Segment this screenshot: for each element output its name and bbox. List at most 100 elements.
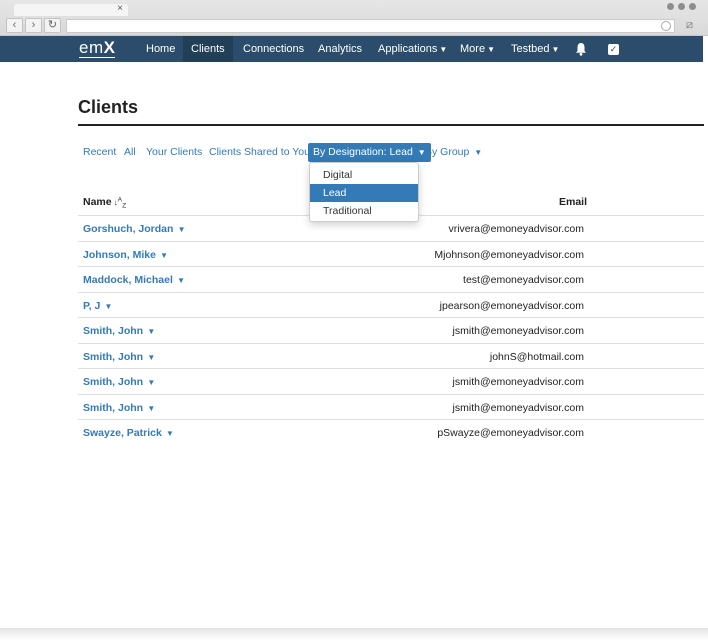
client-name: Gorshuch, Jordan	[83, 223, 174, 235]
client-name-link[interactable]: Smith, John ▼	[83, 325, 155, 337]
nav-item-label: Clients	[191, 43, 225, 55]
client-name-link[interactable]: Smith, John ▼	[83, 402, 155, 414]
designation-option-traditional[interactable]: Traditional	[310, 202, 418, 220]
caret-down-icon: ▼	[175, 225, 186, 234]
client-email: jsmith@emoneyadvisor.com	[452, 325, 584, 337]
client-name: Smith, John	[83, 350, 144, 363]
page-title: Clients	[78, 97, 139, 117]
brand-suffix: X	[103, 38, 116, 57]
nav-item-testbed[interactable]: Testbed ▼	[503, 36, 567, 62]
window-control-dot[interactable]	[678, 3, 685, 10]
client-email: test@emoneyadvisor.com	[463, 274, 584, 286]
nav-item-label: Home	[146, 43, 176, 55]
nav-item-home[interactable]: Home	[138, 36, 183, 62]
client-email: Mjohnson@emoneyadvisor.com	[434, 248, 584, 261]
chevron-left-icon: ‹	[12, 19, 17, 31]
title-divider	[78, 124, 704, 126]
client-name-link[interactable]: P, J ▼	[83, 300, 112, 312]
table-row: Swayze, Patrick ▼ pSwayze@emoneyadvisor.c…	[78, 419, 704, 444]
extension-icon[interactable]: ⧄	[686, 19, 698, 31]
forward-button[interactable]: ›	[25, 18, 42, 33]
table-row: Smith, John ▼ jsmith@emoneyadvisor.com	[78, 368, 704, 393]
nav-item-more[interactable]: More ▼	[452, 36, 503, 62]
nav-item-connections[interactable]: Connections	[235, 36, 312, 62]
caret-down-icon: ▼	[551, 45, 560, 54]
client-name: Smith, John	[83, 376, 144, 388]
nav-item-label: Testbed	[511, 43, 550, 55]
filter-by-designation[interactable]: By Designation: Lead ▼	[308, 143, 431, 162]
table-row: Smith, John ▼ johnS@hotmail.com	[78, 342, 704, 368]
app-navbar: emX Home Clients Connections Analytics A…	[0, 36, 703, 62]
nav-item-label: Applications	[378, 43, 438, 55]
caret-down-icon: ▼	[474, 148, 483, 157]
caret-down-icon: ▼	[439, 45, 448, 54]
bottom-shadow	[0, 628, 708, 640]
bell-icon[interactable]	[575, 42, 587, 56]
sort-alpha-icon[interactable]: ↓AZ	[114, 196, 127, 209]
designation-dropdown-menu: Digital Lead Traditional	[309, 162, 419, 222]
nav-item-applications[interactable]: Applications ▼	[370, 36, 455, 62]
designation-option-lead[interactable]: Lead	[310, 184, 418, 202]
client-email: pSwayze@emoneyadvisor.com	[437, 427, 584, 439]
column-header-name-label: Name	[83, 196, 112, 208]
column-header-name[interactable]: Name ↓AZ	[83, 196, 126, 210]
client-name: Smith, John	[83, 401, 144, 414]
table-row: Smith, John ▼ jsmith@emoneyadvisor.com	[78, 393, 704, 419]
caret-down-icon: ▼	[157, 250, 169, 260]
table-row: Johnson, Mike ▼ Mjohnson@emoneyadvisor.co…	[78, 240, 704, 266]
tab-close-icon[interactable]: ×	[117, 3, 123, 14]
filter-designation-label: By Designation: Lead	[313, 146, 413, 158]
client-name-link[interactable]: Gorshuch, Jordan ▼	[83, 223, 186, 235]
table-row: Smith, John ▼ jsmith@emoneyadvisor.com	[78, 317, 704, 342]
brand-prefix: em	[79, 38, 104, 57]
client-name-link[interactable]: Maddock, Michael ▼	[83, 274, 185, 286]
globe-icon	[661, 21, 671, 31]
browser-tab[interactable]: ×	[14, 3, 128, 16]
client-name: Smith, John	[83, 325, 144, 337]
window-controls	[667, 3, 696, 10]
client-email: vrivera@emoneyadvisor.com	[448, 223, 584, 235]
address-bar[interactable]	[66, 19, 675, 33]
reload-button[interactable]: ↻	[44, 18, 61, 33]
reload-icon: ↻	[47, 19, 58, 31]
caret-down-icon: ▼	[145, 378, 156, 387]
client-name: Swayze, Patrick	[83, 427, 162, 439]
table-row: Maddock, Michael ▼ test@emoneyadvisor.com	[78, 266, 704, 291]
client-name: Maddock, Michael	[83, 274, 173, 286]
client-name-link[interactable]: Smith, John ▼	[83, 376, 155, 388]
filter-shared-clients[interactable]: Clients Shared to You	[209, 145, 310, 159]
caret-down-icon: ▼	[145, 403, 156, 413]
filter-group-label: By Group	[425, 146, 470, 158]
window-control-dot[interactable]	[667, 3, 674, 10]
client-name: P, J	[83, 299, 101, 312]
brand-logo[interactable]: emX	[79, 38, 116, 58]
nav-item-label: Analytics	[318, 43, 363, 55]
column-header-email: Email	[559, 196, 588, 208]
browser-chrome: × ‹ › ↻ ⧄	[0, 0, 708, 36]
caret-down-icon: ▼	[102, 301, 113, 311]
nav-item-label: More	[460, 43, 486, 55]
client-email: jpearson@emoneyadvisor.com	[439, 299, 584, 312]
caret-down-icon: ▼	[487, 45, 495, 54]
designation-option-digital[interactable]: Digital	[310, 166, 418, 184]
table-row: P, J ▼ jpearson@emoneyadvisor.com	[78, 291, 704, 317]
nav-item-analytics[interactable]: Analytics	[310, 36, 370, 62]
filter-by-group[interactable]: By Group ▼	[425, 145, 482, 160]
back-button[interactable]: ‹	[6, 18, 23, 33]
window-control-dot[interactable]	[689, 3, 696, 10]
client-name-link[interactable]: Swayze, Patrick ▼	[83, 427, 174, 439]
filter-all[interactable]: All	[124, 145, 136, 159]
client-email: jsmith@emoneyadvisor.com	[452, 401, 584, 414]
client-email: johnS@hotmail.com	[489, 350, 584, 363]
filter-recent[interactable]: Recent	[83, 145, 116, 159]
client-email: jsmith@emoneyadvisor.com	[452, 376, 584, 388]
nav-item-label: Connections	[243, 43, 305, 55]
tasks-check-icon[interactable]: ✓	[608, 44, 619, 55]
caret-down-icon: ▼	[163, 429, 174, 438]
nav-item-clients[interactable]: Clients	[183, 36, 233, 62]
client-name: Johnson, Mike	[83, 248, 156, 261]
caret-down-icon: ▼	[174, 276, 185, 285]
client-name-link[interactable]: Johnson, Mike ▼	[83, 249, 168, 261]
filter-your-clients[interactable]: Your Clients	[146, 145, 202, 159]
client-name-link[interactable]: Smith, John ▼	[83, 351, 155, 363]
